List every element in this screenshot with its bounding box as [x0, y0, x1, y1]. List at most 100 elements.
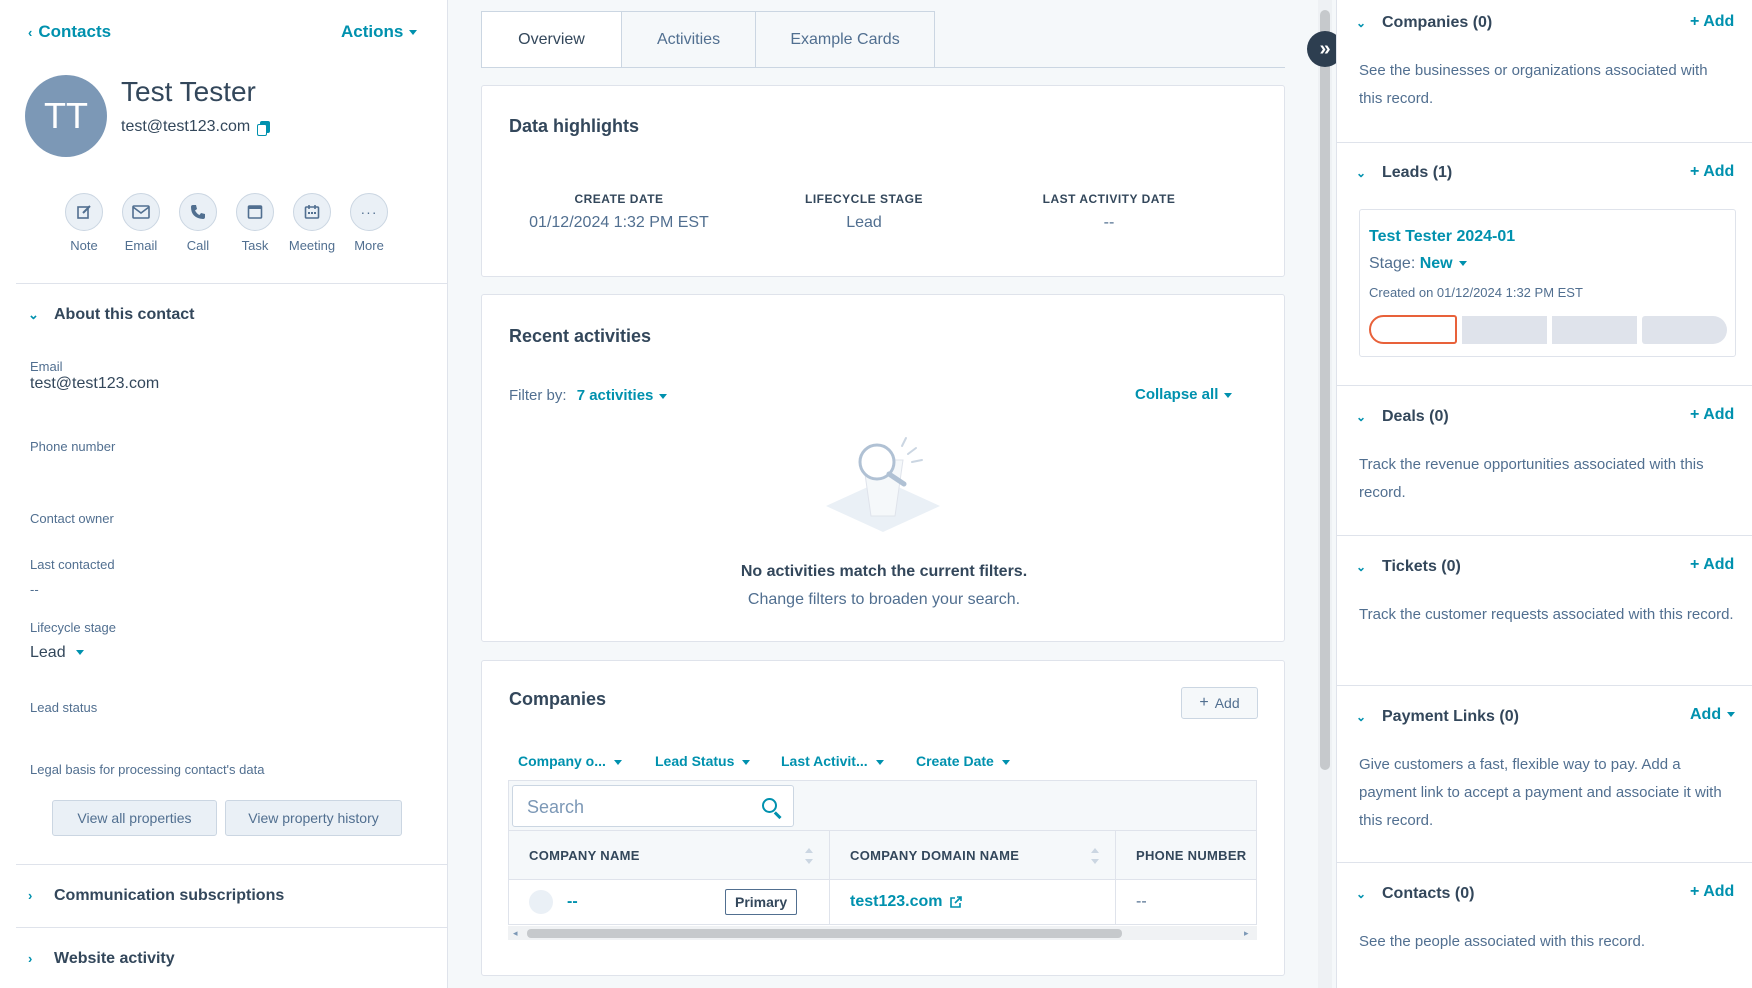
right-section-deals[interactable]: ⌄ Deals (0) [1356, 408, 1449, 426]
lead-created-date: Created on 01/12/2024 1:32 PM EST [1369, 285, 1583, 300]
add-lead-link[interactable]: + Add [1690, 163, 1734, 181]
divider [1336, 142, 1752, 143]
filter-last-activity[interactable]: Last Activit... [781, 753, 884, 769]
companies-add-button[interactable]: + Add [1181, 687, 1258, 719]
property-legal-basis-label[interactable]: Legal basis for processing contact's dat… [30, 762, 264, 777]
external-link-icon[interactable] [949, 895, 962, 909]
breadcrumb-contacts[interactable]: ‹ Contacts [28, 22, 111, 42]
copy-icon[interactable] [257, 120, 271, 136]
lead-name-link[interactable]: Test Tester 2024-01 [1369, 228, 1515, 246]
left-sidebar: ‹ Contacts Actions TT Test Tester test@te… [0, 0, 448, 988]
companies-search-input[interactable]: Search [512, 785, 794, 827]
empty-state-title: No activities match the current filters. [740, 563, 1028, 580]
chevron-down-icon: ⌄ [1356, 560, 1367, 574]
payment-links-description: Give customers a fast, flexible way to p… [1359, 756, 1722, 829]
primary-badge: Primary [725, 889, 798, 915]
chevron-down-icon: ⌄ [1356, 410, 1367, 424]
filter-create-date[interactable]: Create Date [916, 753, 1010, 769]
add-deal-link[interactable]: + Add [1690, 406, 1734, 424]
section-about-contact[interactable]: ⌄ About this contact [28, 306, 194, 324]
caret-down-icon [613, 759, 622, 765]
quick-action-task[interactable]: Task [225, 193, 285, 253]
chevron-right-icon: › [28, 951, 33, 966]
empty-state-subtitle: Change filters to broaden your search. [747, 591, 1021, 608]
company-domain-link[interactable]: test123.com [850, 893, 943, 911]
lead-stage-segment [1552, 316, 1637, 344]
activities-filter-dropdown[interactable]: 7 activities [577, 387, 668, 404]
add-company-link[interactable]: + Add [1690, 13, 1734, 31]
sort-icon[interactable] [805, 848, 813, 864]
right-section-contacts[interactable]: ⌄ Contacts (0) [1356, 885, 1474, 903]
quick-action-more[interactable]: ··· More [339, 193, 399, 253]
tab-example-cards[interactable]: Example Cards [755, 11, 935, 68]
lifecycle-stage-dropdown[interactable]: Lead [30, 644, 84, 662]
property-email-label: Email [30, 359, 63, 374]
chevron-down-icon: ⌄ [1356, 16, 1367, 30]
right-section-payment-links[interactable]: ⌄ Payment Links (0) [1356, 708, 1519, 726]
actions-dropdown[interactable]: Actions [341, 22, 418, 42]
contact-name: Test Tester [121, 76, 256, 107]
right-section-tickets[interactable]: ⌄ Tickets (0) [1356, 558, 1461, 576]
companies-title: Companies [509, 689, 607, 709]
property-owner-label[interactable]: Contact owner [30, 511, 114, 526]
right-section-leads[interactable]: ⌄ Leads (1) [1356, 164, 1452, 182]
right-section-companies[interactable]: ⌄ Companies (0) [1356, 14, 1492, 32]
view-property-history-button[interactable]: View property history [225, 800, 402, 836]
tab-bar: Overview Activities Example Cards [481, 11, 935, 68]
view-all-properties-button[interactable]: View all properties [52, 800, 217, 836]
caret-down-icon [75, 650, 84, 656]
add-contact-link[interactable]: + Add [1690, 883, 1734, 901]
collapse-all-dropdown[interactable]: Collapse all [1135, 386, 1233, 403]
caret-down-icon [742, 759, 751, 765]
tab-underline [481, 67, 1285, 68]
table-scroll-thumb[interactable] [527, 929, 1122, 938]
property-last-contacted-label: Last contacted [30, 557, 115, 572]
sort-icon[interactable] [1091, 848, 1099, 864]
quick-action-note[interactable]: Note [54, 193, 114, 253]
table-row-phone: -- [1115, 879, 1257, 925]
add-payment-link-dropdown[interactable]: Add [1690, 706, 1736, 724]
search-icon[interactable] [762, 798, 777, 813]
quick-action-meeting[interactable]: Meeting [282, 193, 342, 253]
tab-activities[interactable]: Activities [621, 11, 756, 68]
chevron-right-icon: › [28, 888, 33, 903]
note-edit-icon [77, 205, 91, 219]
add-ticket-link[interactable]: + Add [1690, 556, 1734, 574]
quick-action-call[interactable]: Call [168, 193, 228, 253]
filter-row: Filter by: 7 activities [509, 387, 668, 404]
divider [1336, 385, 1752, 386]
filter-company-owner[interactable]: Company o... [518, 753, 622, 769]
chevron-down-icon: ⌄ [28, 307, 39, 322]
table-row-company-name: -- Primary [508, 879, 830, 925]
calendar-icon [304, 205, 320, 219]
table-row-company-domain: test123.com [829, 879, 1116, 925]
divider [16, 927, 448, 928]
divider [1336, 685, 1752, 686]
chevron-down-icon: ⌄ [1356, 166, 1367, 180]
company-logo-icon [529, 890, 553, 914]
scroll-right-icon[interactable]: ▸ [1244, 928, 1249, 939]
property-phone-label[interactable]: Phone number [30, 439, 115, 454]
highlight-create-date: CREATE DATE 01/12/2024 1:32 PM EST [529, 192, 709, 231]
column-phone-number[interactable]: PHONE NUMBER [1115, 830, 1257, 880]
chevron-left-icon: ‹ [28, 25, 33, 40]
divider [16, 864, 448, 865]
quick-action-email[interactable]: Email [111, 193, 171, 253]
data-highlights-title: Data highlights [509, 116, 639, 136]
section-communication-subscriptions[interactable]: › Communication subscriptions [28, 887, 284, 905]
caret-down-icon [875, 759, 884, 765]
scroll-left-icon[interactable]: ◂ [513, 928, 518, 939]
lead-stage: Stage: New [1369, 255, 1467, 273]
section-website-activity[interactable]: › Website activity [28, 950, 175, 968]
property-email-value[interactable]: test@test123.com [30, 375, 159, 393]
property-lead-status-label[interactable]: Lead status [30, 700, 97, 715]
property-last-contacted-value: -- [30, 582, 39, 597]
column-company-name[interactable]: COMPANY NAME [508, 830, 830, 880]
lead-stage-segment [1642, 316, 1727, 344]
task-icon [247, 205, 263, 219]
lead-stage-dropdown[interactable]: New [1420, 255, 1467, 272]
main-scrollbar-thumb[interactable] [1320, 10, 1330, 770]
column-company-domain[interactable]: COMPANY DOMAIN NAME [829, 830, 1116, 880]
tab-overview[interactable]: Overview [481, 11, 622, 68]
filter-lead-status[interactable]: Lead Status [655, 753, 751, 769]
